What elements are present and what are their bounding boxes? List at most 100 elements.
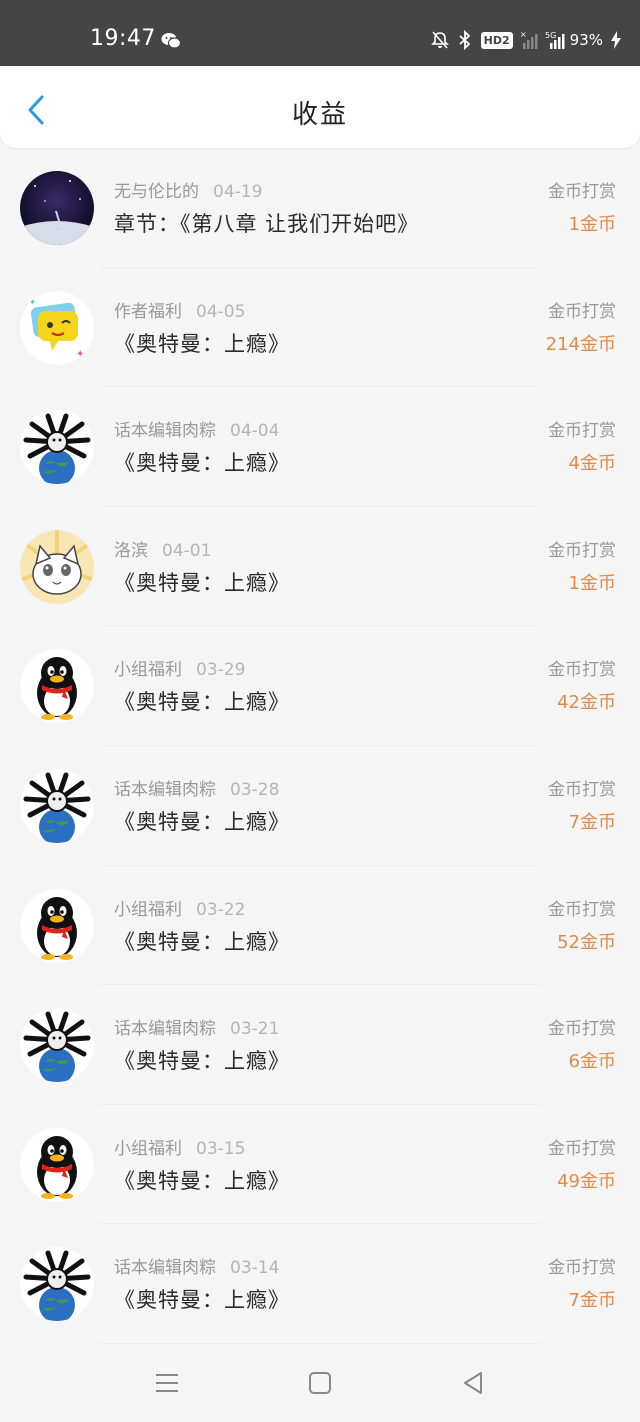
item-source: 话本编辑肉粽 <box>114 421 216 442</box>
avatar <box>20 171 94 245</box>
item-date: 04-04 <box>230 421 280 442</box>
item-meta: 洛滨 04-01 <box>114 536 211 561</box>
item-meta: 小组福利 03-29 <box>114 655 245 680</box>
item-type: 金币打赏 <box>548 1138 616 1159</box>
item-amount: 214金币 <box>545 333 616 355</box>
item-date: 04-19 <box>213 182 263 202</box>
item-amount: 1金币 <box>568 214 616 235</box>
item-amount: 6金币 <box>568 1051 616 1073</box>
page-title: 收益 <box>291 100 348 130</box>
item-meta: 话本编辑肉粽 03-14 <box>114 1253 279 1278</box>
item-title: 《奥特曼：上瘾》 <box>114 331 290 356</box>
item-amount: 4金币 <box>568 453 616 475</box>
item-source: 话本编辑肉粽 <box>114 779 216 800</box>
item-amount: 7金币 <box>568 1290 616 1312</box>
svg-text:×: × <box>520 30 527 39</box>
item-type: 金币打赏 <box>548 1258 616 1279</box>
avatar <box>20 410 94 485</box>
system-nav-bar <box>0 1346 640 1422</box>
list-item[interactable]: 话本编辑肉粽 04-04 《奥特曼：上瘾》 金币打赏 4金币 <box>0 387 640 507</box>
list-item[interactable]: ✦ ✦ 作者福利 04-05 《奥特曼：上瘾》 金币打赏 214金币 <box>0 268 640 388</box>
item-type: 金币打赏 <box>548 421 616 442</box>
item-meta: 话本编辑肉粽 03-21 <box>114 1014 279 1039</box>
item-title: 章节：《第八章 让我们开始吧》 <box>114 212 420 236</box>
svg-text:5G: 5G <box>545 31 556 40</box>
list-item[interactable]: 小组福利 03-29 《奥特曼：上瘾》 金币打赏 42金币 <box>0 626 640 746</box>
item-type: 金币打赏 <box>548 301 616 322</box>
item-title: 《奥特曼：上瘾》 <box>114 451 290 476</box>
item-date: 03-15 <box>196 1138 246 1159</box>
earnings-list: 无与伦比的 04-19 章节：《第八章 让我们开始吧》 金币打赏 1金币 ✦ ✦ 作… <box>0 148 640 1344</box>
bluetooth-icon <box>456 29 474 51</box>
list-item[interactable]: 话本编辑肉粽 03-14 《奥特曼：上瘾》 金币打赏 7金币 <box>0 1224 640 1344</box>
item-title: 《奥特曼：上瘾》 <box>114 809 290 834</box>
hd-badge: HD2 <box>480 31 513 49</box>
avatar <box>20 1127 94 1202</box>
avatar: ✦ ✦ <box>20 290 94 365</box>
item-amount: 1金币 <box>568 572 616 594</box>
item-source: 作者福利 <box>114 301 182 322</box>
list-item[interactable]: 小组福利 03-22 《奥特曼：上瘾》 金币打赏 52金币 <box>0 866 640 986</box>
item-meta: 无与伦比的 04-19 <box>114 177 262 202</box>
wechat-icon <box>161 32 182 50</box>
item-title: 《奥特曼：上瘾》 <box>114 570 290 595</box>
item-title: 《奥特曼：上瘾》 <box>114 1049 290 1074</box>
list-item[interactable]: 洛滨 04-01 《奥特曼：上瘾》 金币打赏 1金币 <box>0 507 640 627</box>
item-date: 03-22 <box>196 899 246 920</box>
avatar <box>20 768 94 843</box>
avatar <box>20 1008 94 1083</box>
item-title: 《奥特曼：上瘾》 <box>114 929 290 954</box>
list-item[interactable]: 话本编辑肉粽 03-21 《奥特曼：上瘾》 金币打赏 6金币 <box>0 985 640 1105</box>
svg-text:✦: ✦ <box>28 297 36 308</box>
item-amount: 42金币 <box>557 692 616 714</box>
item-type: 金币打赏 <box>548 182 616 202</box>
back-triangle-icon <box>464 1372 482 1394</box>
nav-back-button[interactable] <box>458 1368 488 1398</box>
list-item[interactable]: 话本编辑肉粽 03-28 《奥特曼：上瘾》 金币打赏 7金币 <box>0 746 640 866</box>
signal-icon: × <box>520 30 538 50</box>
item-date: 03-21 <box>230 1019 280 1040</box>
avatar <box>20 529 94 604</box>
item-date: 03-14 <box>230 1258 280 1279</box>
item-title: 《奥特曼：上瘾》 <box>114 1168 290 1193</box>
status-time: 19:47 <box>90 26 156 51</box>
item-date: 03-29 <box>196 660 246 681</box>
item-source: 洛滨 <box>114 540 148 561</box>
item-source: 话本编辑肉粽 <box>114 1019 216 1040</box>
item-type: 金币打赏 <box>548 899 616 920</box>
list-item[interactable]: 无与伦比的 04-19 章节：《第八章 让我们开始吧》 金币打赏 1金币 <box>0 148 640 268</box>
item-date: 03-28 <box>230 779 280 800</box>
item-meta: 小组福利 03-22 <box>114 895 245 920</box>
avatar <box>20 649 94 724</box>
avatar <box>20 888 94 963</box>
home-square-icon <box>309 1372 331 1394</box>
item-meta: 话本编辑肉粽 04-04 <box>114 416 279 441</box>
header: 收益 <box>0 66 640 148</box>
list-item[interactable]: 小组福利 03-15 《奥特曼：上瘾》 金币打赏 49金币 <box>0 1105 640 1225</box>
item-meta: 话本编辑肉粽 03-28 <box>114 775 279 800</box>
item-date: 04-01 <box>162 540 212 561</box>
item-date: 04-05 <box>196 301 246 322</box>
item-amount: 52金币 <box>557 931 616 953</box>
item-amount: 7金币 <box>568 811 616 833</box>
item-title: 《奥特曼：上瘾》 <box>114 1288 290 1313</box>
5g-signal-icon: 5G <box>545 30 565 50</box>
item-type: 金币打赏 <box>548 540 616 561</box>
menu-button[interactable] <box>152 1368 182 1398</box>
item-source: 话本编辑肉粽 <box>114 1258 216 1279</box>
item-source: 小组福利 <box>114 899 182 920</box>
status-icons: HD2 × 5G 93% <box>430 28 628 52</box>
item-meta: 作者福利 04-05 <box>114 297 245 322</box>
status-bar: 19:47 HD2 × 5G 93% <box>0 0 640 66</box>
svg-text:✦: ✦ <box>76 349 84 360</box>
charging-icon <box>610 30 628 50</box>
menu-icon <box>156 1374 178 1392</box>
item-source: 小组福利 <box>114 660 182 681</box>
item-source: 小组福利 <box>114 1138 182 1159</box>
item-title: 《奥特曼：上瘾》 <box>114 690 290 715</box>
item-source: 无与伦比的 <box>114 182 199 202</box>
item-amount: 49金币 <box>557 1170 616 1192</box>
item-type: 金币打赏 <box>548 779 616 800</box>
item-type: 金币打赏 <box>548 1019 616 1040</box>
home-button[interactable] <box>305 1368 335 1398</box>
